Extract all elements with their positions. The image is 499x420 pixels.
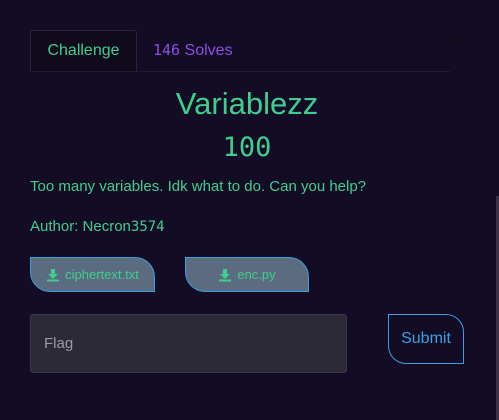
solves-count: 146 [153,41,181,59]
author-label: Author: Necron [30,218,131,235]
challenge-author: Author: Necron3574 [30,217,165,237]
file-download-ciphertext[interactable]: ciphertext.txt [30,257,155,292]
file-label: enc.py [237,267,276,282]
submit-button[interactable]: Submit [388,314,464,364]
challenge-description: Too many variables. Idk what to do. Can … [30,178,367,195]
solves-label: Solves [184,42,233,59]
flag-input[interactable] [30,314,347,373]
challenge-title: Variablezz [175,86,319,121]
author-number: 3574 [130,219,165,235]
challenge-value: 100 [222,132,272,163]
file-download-enc[interactable]: enc.py [185,257,309,292]
tab-bar: Challenge 146 Solves [30,30,450,72]
download-icon [47,268,60,281]
tab-solves[interactable]: 146 Solves [153,30,233,70]
tab-challenge[interactable]: Challenge [30,30,137,71]
challenge-modal: × Challenge 146 Solves Variablezz 100 To… [0,0,499,420]
download-icon [219,268,232,281]
close-icon[interactable]: × [451,33,460,49]
file-label: ciphertext.txt [65,267,139,282]
